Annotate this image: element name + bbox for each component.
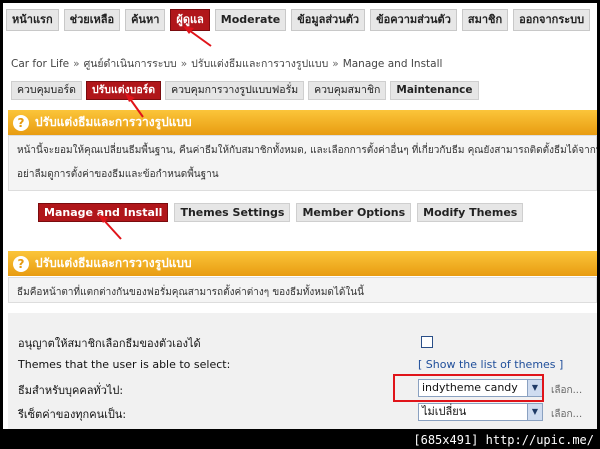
subnav-board-control[interactable]: ควบคุมบอร์ด [11,81,82,100]
reset-theme-label: รีเซ็ตค่าของทุกคนเป็น: [18,408,127,421]
help-icon[interactable]: ? [13,114,29,131]
nav-messages[interactable]: ข้อความส่วนตัว [370,9,457,31]
breadcrumb-separator: » [332,58,339,70]
panel-description: หน้านี้จะยอมให้คุณเปลี่ยนธีมพื้นฐาน, คืน… [8,135,597,191]
guest-theme-value: indytheme candy [422,381,518,394]
breadcrumb-themes[interactable]: ปรับแต่งธีมและการวางรูปแบบ [191,58,328,70]
breadcrumb-admin-center[interactable]: ศูนย์ดำเนินการระบบ [84,58,177,70]
breadcrumb-forum[interactable]: Car for Life [11,58,69,70]
image-host-watermark: [685x491] http://upic.me/ [413,433,594,447]
nav-profile[interactable]: ข้อมูลส่วนตัว [291,9,366,31]
guest-theme-select[interactable]: indytheme candy ▼ [418,379,543,397]
admin-page: หน้าแรก ช่วยเหลือ ค้นหา ผู้ดูแล Moderate… [3,3,597,429]
chevron-down-icon: ▼ [527,404,542,420]
guest-theme-more[interactable]: เลือก... [551,383,582,398]
tab-manage-install[interactable]: Manage and Install [38,203,169,222]
themes-tabs: Manage and Install Themes Settings Membe… [38,203,524,222]
panel-description-2: ธีมคือหน้าตาที่แตกต่างกันของฟอรั่มคุณสาม… [8,277,597,303]
panel-title: ปรับแต่งธีมและการวางรูปแบบ [35,115,192,129]
panel-header-themes: ? ปรับแต่งธีมและการวางรูปแบบ [8,110,597,135]
allow-theme-checkbox[interactable] [421,336,433,348]
chevron-down-icon: ▼ [527,380,542,396]
reset-theme-more[interactable]: เลือก... [551,407,582,422]
subnav-board-customize[interactable]: ปรับแต่งบอร์ด [85,81,162,100]
nav-moderate[interactable]: Moderate [214,9,287,31]
breadcrumb-separator: » [73,58,80,70]
nav-admin[interactable]: ผู้ดูแล [170,9,210,31]
show-themes-link[interactable]: [ Show the list of themes ] [418,358,563,371]
selectable-themes-label: Themes that the user is able to select: [18,358,231,371]
theme-settings-form: อนุญาตให้สมาชิกเลือกธีมของตัวเองได้ Them… [8,313,597,429]
subnav-maintenance[interactable]: Maintenance [390,81,479,100]
subnav-member-control[interactable]: ควบคุมสมาชิก [308,81,387,100]
panel-title: ปรับแต่งธีมและการวางรูปแบบ [35,256,192,270]
panel-header-themes-2: ? ปรับแต่งธีมและการวางรูปแบบ [8,251,597,276]
nav-search[interactable]: ค้นหา [125,9,166,31]
breadcrumb-current[interactable]: Manage and Install [343,58,443,70]
top-navigation: หน้าแรก ช่วยเหลือ ค้นหา ผู้ดูแล Moderate… [3,3,597,39]
breadcrumb-separator: » [180,58,188,70]
guest-theme-label: ธีมสำหรับบุคคลทั่วไป: [18,384,124,397]
admin-subnav: ควบคุมบอร์ด ปรับแต่งบอร์ด ควบคุมการวางรู… [11,81,479,100]
reset-theme-value: ไม่เปลี่ยน [422,405,467,418]
tab-modify-themes[interactable]: Modify Themes [417,203,524,222]
nav-logout[interactable]: ออกจากระบบ [513,9,591,31]
nav-members[interactable]: สมาชิก [461,9,509,31]
help-icon[interactable]: ? [13,255,29,272]
nav-home[interactable]: หน้าแรก [6,9,59,31]
allow-theme-label: อนุญาตให้สมาชิกเลือกธีมของตัวเองได้ [18,337,201,350]
tab-member-options[interactable]: Member Options [296,203,412,222]
breadcrumb: Car for Life» ศูนย์ดำเนินการระบบ» ปรับแต่ง… [11,55,442,72]
reset-theme-select[interactable]: ไม่เปลี่ยน ▼ [418,403,543,421]
nav-help[interactable]: ช่วยเหลือ [63,9,121,31]
tab-themes-settings[interactable]: Themes Settings [174,203,291,222]
description-line: หน้านี้จะยอมให้คุณเปลี่ยนธีมพื้นฐาน, คืน… [17,145,597,156]
description-line: อย่าลืมดูการตั้งค่าของธีมและข้อกำหนดพื้น… [17,169,219,180]
description-line: ธีมคือหน้าตาที่แตกต่างกันของฟอรั่มคุณสาม… [17,287,364,298]
subnav-layout-control[interactable]: ควบคุมการวางรูปแบบฟอรั่ม [165,81,305,100]
